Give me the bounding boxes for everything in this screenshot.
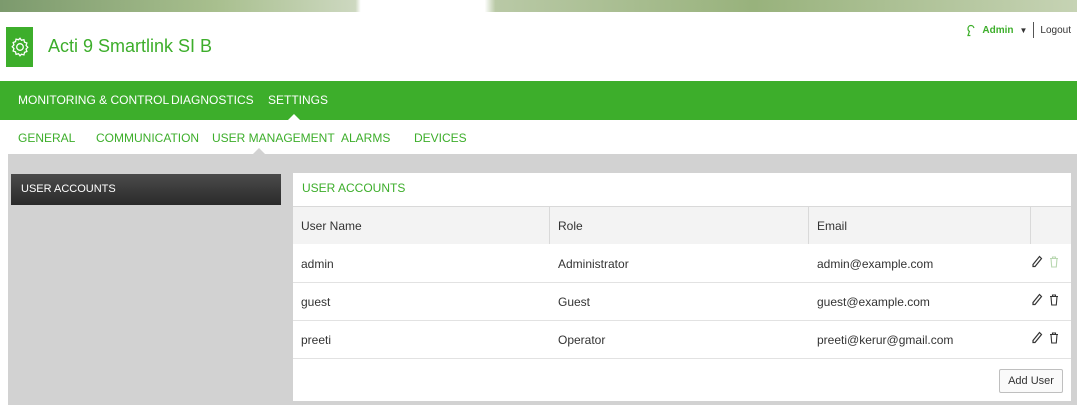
table-header: User Name Role Email	[293, 207, 1071, 244]
trash-icon[interactable]	[1049, 293, 1059, 307]
nav-monitoring-control[interactable]: MONITORING & CONTROL	[18, 93, 169, 107]
table-row: admin Administrator admin@example.com	[293, 245, 1071, 283]
table-row: guest Guest guest@example.com	[293, 283, 1071, 321]
cell-role: Operator	[558, 333, 606, 347]
pencil-icon[interactable]	[1031, 331, 1043, 345]
divider	[1033, 22, 1035, 38]
cell-email: guest@example.com	[817, 295, 930, 309]
nav-settings[interactable]: SETTINGS	[268, 93, 328, 107]
logout-link[interactable]: Logout	[1040, 25, 1071, 36]
pencil-icon[interactable]	[1031, 293, 1043, 307]
sidebar-item-user-accounts[interactable]: USER ACCOUNTS	[11, 174, 281, 205]
table-row: preeti Operator preeti@kerur@gmail.com	[293, 321, 1071, 359]
cell-role: Administrator	[558, 257, 629, 271]
user-icon	[966, 24, 976, 37]
tab-alarms[interactable]: ALARMS	[341, 131, 390, 145]
app-title: Acti 9 Smartlink SI B	[48, 36, 213, 56]
column-header-role[interactable]: Role	[550, 207, 809, 244]
tab-general[interactable]: GENERAL	[18, 131, 75, 145]
cell-username: preeti	[301, 333, 332, 347]
tab-user-management[interactable]: USER MANAGEMENT	[212, 131, 335, 145]
cell-email: admin@example.com	[817, 257, 934, 271]
user-menu: Admin ▼ Logout	[966, 22, 1071, 38]
cell-email: preeti@kerur@gmail.com	[817, 333, 954, 347]
cell-username: guest	[301, 295, 331, 309]
tab-communication[interactable]: COMMUNICATION	[96, 131, 199, 145]
add-user-button[interactable]: Add User	[999, 369, 1063, 393]
column-header-email[interactable]: Email	[809, 207, 1031, 244]
app-header: Acti 9 Smartlink SI B Admin ▼ Logout	[0, 12, 1077, 81]
trash-icon[interactable]	[1049, 331, 1059, 345]
chevron-down-icon[interactable]: ▼	[1019, 26, 1027, 35]
nav-diagnostics[interactable]: DIAGNOSTICS	[171, 93, 254, 107]
header-banner-strip	[0, 0, 1077, 12]
tab-devices[interactable]: DEVICES	[414, 131, 467, 145]
trash-icon	[1049, 255, 1059, 269]
sub-nav: GENERAL COMMUNICATION USER MANAGEMENT AL…	[0, 120, 1077, 154]
column-header-username[interactable]: User Name	[293, 207, 550, 244]
cell-username: admin	[301, 257, 334, 271]
cell-role: Guest	[558, 295, 591, 309]
user-accounts-panel: USER ACCOUNTS User Name Role Email admin…	[293, 173, 1071, 401]
pencil-icon[interactable]	[1031, 255, 1043, 269]
user-name[interactable]: Admin	[982, 25, 1013, 36]
gear-icon	[6, 27, 33, 67]
main-nav: MONITORING & CONTROL DIAGNOSTICS SETTING…	[0, 81, 1077, 120]
panel-title: USER ACCOUNTS	[302, 181, 406, 195]
